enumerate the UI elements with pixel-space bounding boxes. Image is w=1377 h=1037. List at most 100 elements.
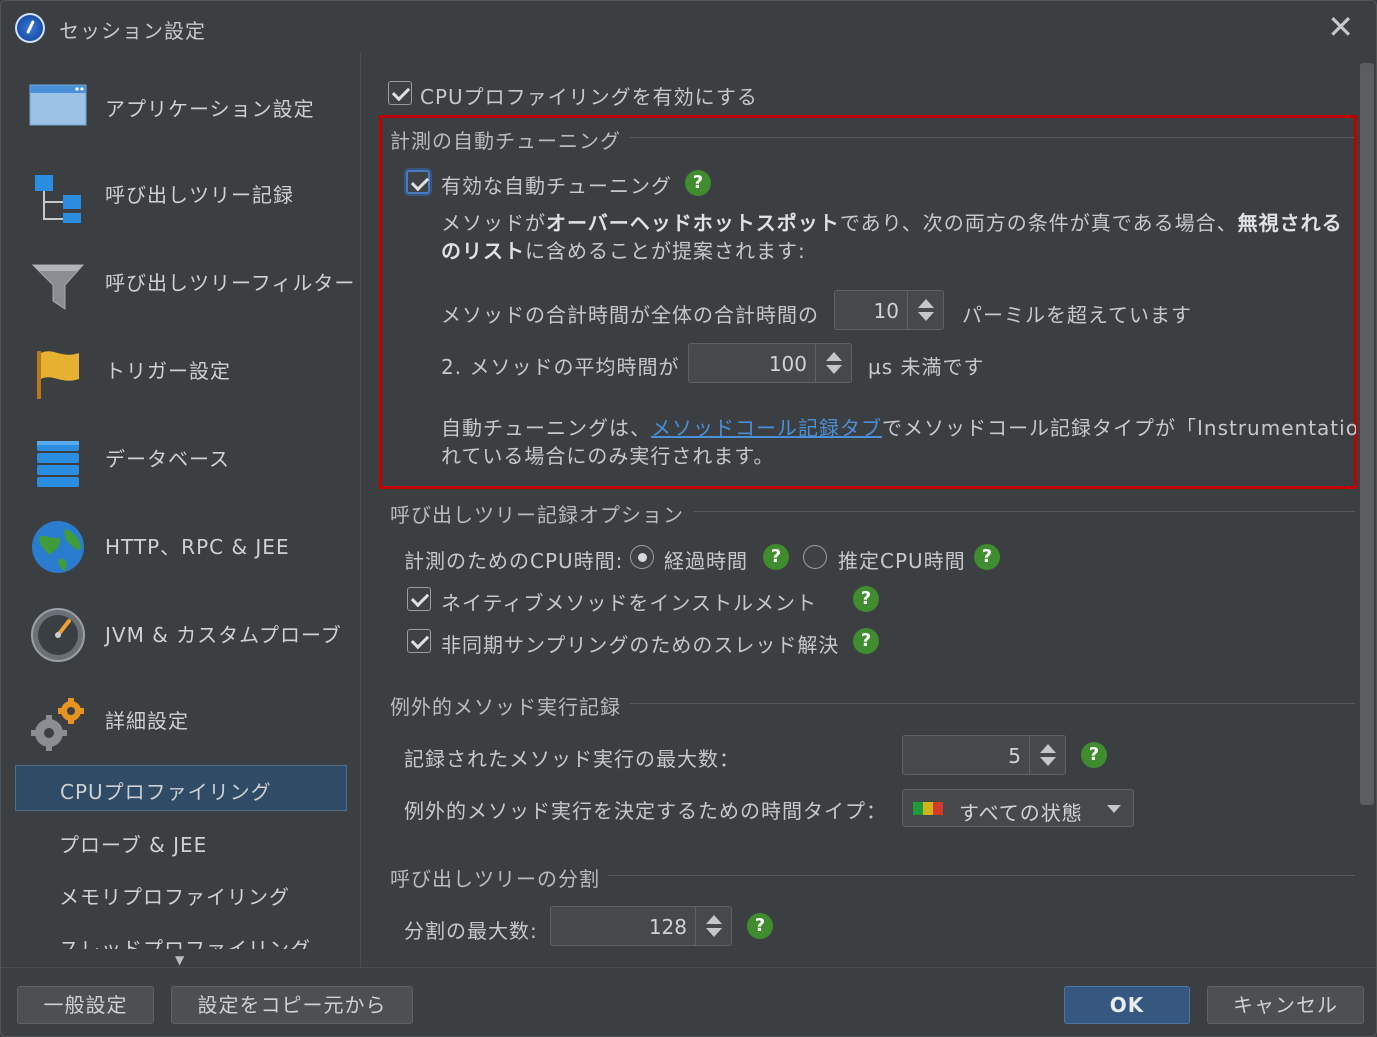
max-splits-label: 分割の最大数:	[404, 919, 538, 943]
time-type-label: 例外的メソッド実行を決定するための時間タイプ：	[404, 799, 887, 823]
thread-resolution-checkbox[interactable]	[407, 629, 431, 653]
flag-icon	[29, 339, 87, 399]
elapsed-time-radio[interactable]	[630, 545, 654, 569]
condition1-suffix: パーミルを超えています	[962, 303, 1192, 327]
subitem-label: CPUプロファイリング	[60, 780, 272, 804]
exceptional-section-title: 例外的メソッド実行記録	[390, 695, 621, 719]
subitem-cpu-profiling[interactable]: CPUプロファイリング	[15, 765, 347, 811]
section-divider	[608, 875, 1355, 876]
sidebar-item-application[interactable]: アプリケーション設定	[1, 67, 360, 147]
max-splits-spinner[interactable]: 128	[550, 906, 732, 946]
spinner-buttons[interactable]	[695, 907, 731, 945]
ok-button[interactable]: OK	[1064, 986, 1190, 1024]
elapsed-time-label: 経過時間	[664, 549, 748, 573]
close-icon[interactable]: ✕	[1327, 9, 1354, 45]
thread-resolution-label: 非同期サンプリングのためのスレッド解決	[441, 633, 840, 657]
settings-sidebar: アプリケーション設定 呼び出しツリー記録 呼び出しツリーフィルター トリガー設定…	[1, 53, 361, 967]
time-type-dropdown[interactable]: すべての状態	[902, 789, 1134, 827]
avg-time-spinner[interactable]: 100	[688, 343, 852, 383]
funnel-icon	[29, 251, 87, 311]
general-settings-button[interactable]: 一般設定	[17, 986, 154, 1024]
spinner-buttons[interactable]	[1029, 736, 1065, 774]
sidebar-item-label: HTTP、RPC & JEE	[105, 535, 290, 559]
sidebar-item-label: 詳細設定	[105, 709, 189, 733]
spinner-value: 100	[768, 352, 807, 376]
enable-autotune-checkbox[interactable]	[406, 170, 430, 194]
spinner-down-icon[interactable]	[918, 312, 934, 321]
sidebar-item-label: 呼び出しツリーフィルター	[105, 271, 356, 295]
spinner-buttons[interactable]	[815, 344, 851, 382]
spinner-down-icon[interactable]	[826, 365, 842, 374]
globe-icon	[29, 515, 87, 575]
autotune-note-line1: 自動チューニングは、メソッドコール記録タブでメソッドコール記録タイプが「Inst…	[441, 416, 1356, 440]
cpu-time-label: 計測のためのCPU時間:	[404, 549, 624, 573]
autotune-description-line1: メソッドがオーバーヘッドホットスポットであり、次の両方の条件が真である場合、無視…	[441, 211, 1343, 235]
estimated-cpu-time-radio[interactable]	[803, 545, 827, 569]
sidebar-item-advanced[interactable]: 詳細設定	[1, 679, 360, 759]
subitem-probes-jee[interactable]: プローブ & JEE	[15, 819, 347, 865]
scrollbar-thumb[interactable]	[1360, 63, 1374, 805]
sidebar-item-call-tree-filter[interactable]: 呼び出しツリーフィルター	[1, 241, 360, 321]
condition1-label: メソッドの合計時間が全体の合計時間の	[441, 303, 819, 327]
method-call-recording-tab-link[interactable]: メソッドコール記録タブ	[651, 416, 882, 440]
subitem-thread-profiling[interactable]: スレッドプロファイリング	[59, 933, 311, 949]
scroll-down-icon[interactable]: ▼	[175, 953, 184, 967]
condition2-label: 2. メソッドの平均時間が	[441, 355, 680, 379]
database-icon	[29, 427, 87, 487]
help-icon[interactable]: ?	[853, 586, 879, 612]
enable-autotune-label: 有効な自動チューニング	[441, 174, 672, 198]
help-icon[interactable]: ?	[974, 544, 1000, 570]
spinner-buttons[interactable]	[907, 291, 943, 329]
instrument-native-methods-label: ネイティブメソッドをインストルメント	[441, 591, 817, 615]
cpu-profiling-panel: CPUプロファイリングを有効にする 計測の自動チューニング 有効な自動チューニン…	[362, 53, 1376, 967]
condition2-suffix: µs 未満です	[868, 355, 985, 379]
sidebar-item-triggers[interactable]: トリガー設定	[1, 329, 360, 409]
estimated-cpu-time-label: 推定CPU時間	[838, 549, 966, 573]
calltree-section-title: 呼び出しツリー記録オプション	[390, 503, 684, 527]
cancel-button[interactable]: キャンセル	[1207, 986, 1364, 1024]
copy-settings-button[interactable]: 設定をコピー元から	[171, 986, 413, 1024]
spinner-up-icon[interactable]	[918, 299, 934, 308]
vertical-scrollbar[interactable]	[1358, 63, 1374, 963]
sidebar-item-call-tree-recording[interactable]: 呼び出しツリー記録	[1, 153, 360, 233]
title-bar: セッション設定 ✕	[1, 1, 1376, 53]
instrument-native-methods-checkbox[interactable]	[407, 587, 431, 611]
help-icon[interactable]: ?	[763, 544, 789, 570]
spinner-up-icon[interactable]	[1040, 744, 1056, 753]
enable-cpu-profiling-checkbox[interactable]	[388, 81, 412, 105]
help-icon[interactable]: ?	[853, 628, 879, 654]
app-compass-icon	[15, 13, 45, 43]
dialog-footer: 一般設定 設定をコピー元から OK キャンセル	[1, 967, 1376, 1036]
section-divider	[630, 703, 1355, 704]
max-recorded-label: 記録されたメソッド実行の最大数：	[404, 747, 740, 771]
spinner-up-icon[interactable]	[706, 915, 722, 924]
sidebar-item-label: 呼び出しツリー記録	[105, 183, 294, 207]
spinner-value: 128	[648, 915, 687, 939]
max-recorded-spinner[interactable]: 5	[902, 735, 1066, 775]
spinner-up-icon[interactable]	[826, 352, 842, 361]
subitem-memory-profiling[interactable]: メモリプロファイリング	[15, 871, 347, 917]
spinner-value: 10	[873, 299, 899, 323]
application-window-icon	[29, 77, 87, 137]
permille-threshold-spinner[interactable]: 10	[834, 290, 944, 330]
sidebar-item-database[interactable]: データベース	[1, 417, 360, 497]
spinner-down-icon[interactable]	[1040, 757, 1056, 766]
help-icon[interactable]: ?	[747, 913, 773, 939]
sidebar-item-jvm-custom-probes[interactable]: JVM & カスタムプローブ	[1, 593, 360, 673]
spinner-down-icon[interactable]	[706, 928, 722, 937]
sidebar-item-label: データベース	[105, 447, 230, 471]
section-divider	[694, 511, 1355, 512]
session-settings-dialog: セッション設定 ✕ アプリケーション設定 呼び出しツリー記録 呼び出しツリーフィ…	[0, 0, 1377, 1037]
help-icon[interactable]: ?	[1081, 742, 1107, 768]
call-tree-icon	[29, 163, 87, 225]
help-icon[interactable]: ?	[685, 170, 711, 196]
spinner-value: 5	[1008, 744, 1021, 768]
sidebar-item-http-rpc-jee[interactable]: HTTP、RPC & JEE	[1, 505, 360, 585]
chevron-down-icon	[1107, 805, 1121, 813]
sidebar-item-label: アプリケーション設定	[105, 97, 315, 121]
window-title: セッション設定	[59, 19, 206, 43]
autotune-note-line2: れている場合にのみ実行されます。	[441, 444, 775, 468]
gears-icon	[29, 689, 87, 751]
subitem-label: メモリプロファイリング	[59, 885, 290, 909]
sidebar-item-label: トリガー設定	[105, 359, 231, 383]
